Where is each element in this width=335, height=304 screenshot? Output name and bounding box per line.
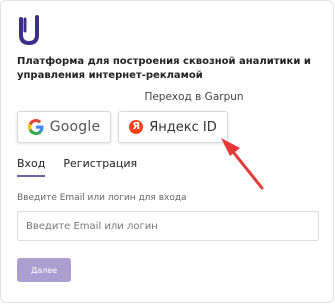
page-heading: Платформа для построения сквозной аналит… bbox=[17, 56, 311, 81]
next-button[interactable]: Далее bbox=[17, 258, 71, 282]
auth-card: Платформа для построения сквозной аналит… bbox=[0, 0, 334, 303]
login-field-label: Введите Email или логин для входа bbox=[17, 193, 187, 203]
google-login-button[interactable]: Google bbox=[17, 111, 111, 143]
yandex-button-label: Яндекс ID bbox=[149, 119, 217, 135]
subheading: Переход в Garpun bbox=[144, 91, 244, 103]
google-icon bbox=[27, 119, 44, 135]
auth-tabs: Вход Регистрация bbox=[17, 157, 137, 177]
yandex-id-login-button[interactable]: Я Яндекс ID bbox=[118, 111, 228, 143]
login-input[interactable] bbox=[17, 211, 319, 241]
yandex-icon: Я bbox=[129, 120, 144, 134]
google-button-label: Google bbox=[49, 119, 101, 135]
tab-login[interactable]: Вход bbox=[17, 157, 46, 177]
garpun-logo-icon bbox=[19, 15, 39, 46]
tab-register[interactable]: Регистрация bbox=[63, 157, 137, 177]
